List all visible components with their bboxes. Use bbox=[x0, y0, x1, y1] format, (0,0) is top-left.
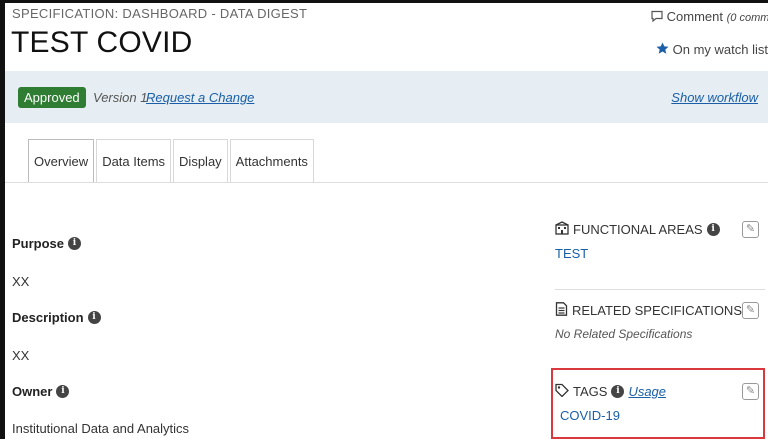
functional-area-link[interactable]: TEST bbox=[555, 246, 765, 261]
star-icon bbox=[656, 42, 673, 57]
section-divider bbox=[555, 289, 765, 290]
description-label: Description i bbox=[12, 310, 101, 325]
comment-link[interactable]: Comment (0 commer bbox=[651, 9, 768, 24]
description-value: XX bbox=[12, 348, 30, 363]
functional-areas-heading: FUNCTIONAL AREAS i bbox=[555, 221, 765, 238]
purpose-label-text: Purpose bbox=[12, 236, 65, 251]
page-title: TEST COVID bbox=[11, 26, 193, 59]
watch-list-toggle[interactable]: On my watch list bbox=[656, 42, 768, 57]
tag-link[interactable]: COVID-19 bbox=[560, 408, 765, 423]
window-frame-left bbox=[0, 0, 5, 439]
request-change-link[interactable]: Request a Change bbox=[146, 90, 254, 105]
owner-label-text: Owner bbox=[12, 384, 53, 399]
pencil-icon: ✎ bbox=[745, 385, 756, 397]
tab-display[interactable]: Display bbox=[173, 139, 228, 182]
purpose-label: Purpose i bbox=[12, 236, 82, 251]
owner-label: Owner i bbox=[12, 384, 70, 399]
tags-usage-link[interactable]: Usage bbox=[628, 384, 666, 399]
breadcrumb: SPECIFICATION: DASHBOARD - DATA DIGEST bbox=[12, 6, 308, 21]
owner-value: Institutional Data and Analytics bbox=[12, 421, 190, 436]
comment-icon bbox=[651, 9, 667, 24]
functional-areas-panel: FUNCTIONAL AREAS i TEST ✎ bbox=[555, 221, 765, 271]
status-badge: Approved bbox=[18, 87, 86, 108]
show-workflow-link[interactable]: Show workflow bbox=[671, 90, 758, 105]
edit-tags-button[interactable]: ✎ bbox=[742, 383, 759, 400]
status-bar: Approved Version 1 Request a Change Show… bbox=[5, 71, 768, 123]
info-icon[interactable]: i bbox=[68, 237, 82, 250]
tab-data-items[interactable]: Data Items bbox=[96, 139, 172, 182]
edit-related-specifications-button[interactable]: ✎ bbox=[742, 302, 759, 319]
tab-overview[interactable]: Overview bbox=[28, 139, 95, 182]
tab-attachments[interactable]: Attachments bbox=[229, 139, 314, 182]
edit-functional-areas-button[interactable]: ✎ bbox=[742, 221, 759, 238]
pencil-icon: ✎ bbox=[745, 304, 756, 316]
tag-icon bbox=[555, 383, 569, 400]
tab-bar: Overview Data Items Display Attachments bbox=[28, 139, 316, 182]
tab-divider bbox=[5, 182, 768, 183]
tags-heading: TAGS i Usage bbox=[555, 383, 765, 400]
comment-label: Comment bbox=[666, 9, 723, 24]
info-icon[interactable]: i bbox=[706, 223, 720, 236]
tags-label: TAGS bbox=[573, 384, 608, 399]
functional-areas-label: FUNCTIONAL AREAS bbox=[573, 222, 703, 237]
related-specifications-heading: RELATED SPECIFICATIONS i bbox=[555, 302, 765, 319]
window-frame-top bbox=[0, 0, 768, 3]
related-specifications-panel: RELATED SPECIFICATIONS i No Related Spec… bbox=[555, 302, 765, 352]
info-icon[interactable]: i bbox=[56, 385, 70, 398]
building-icon bbox=[555, 221, 569, 238]
related-specifications-label: RELATED SPECIFICATIONS bbox=[572, 303, 742, 318]
related-specifications-empty: No Related Specifications bbox=[555, 327, 693, 341]
version-label: Version 1 bbox=[93, 90, 148, 105]
tags-panel: TAGS i Usage COVID-19 ✎ bbox=[555, 383, 765, 433]
comment-count: (0 commer bbox=[726, 12, 768, 24]
info-icon[interactable]: i bbox=[611, 385, 625, 398]
document-icon bbox=[555, 302, 568, 319]
watch-list-label: On my watch list bbox=[672, 42, 768, 57]
pencil-icon: ✎ bbox=[745, 223, 756, 235]
info-icon[interactable]: i bbox=[87, 311, 101, 324]
description-label-text: Description bbox=[12, 310, 84, 325]
purpose-value: XX bbox=[12, 274, 30, 289]
